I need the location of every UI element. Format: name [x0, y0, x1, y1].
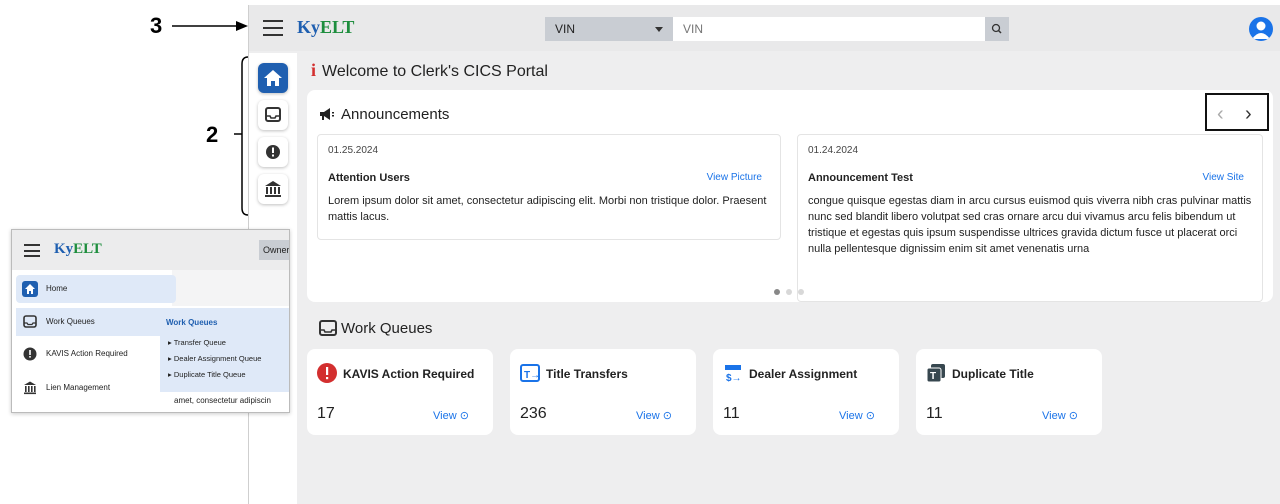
- announcements-title: Announcements: [319, 106, 449, 123]
- flyout-item-dealer-assignment-queue[interactable]: ▸ Dealer Assignment Queue: [168, 354, 261, 363]
- circle-arrow-right-icon: ⊙: [865, 410, 875, 422]
- work-queue-name: Dealer Assignment: [749, 367, 858, 381]
- view-button[interactable]: View ⊙: [433, 409, 469, 422]
- work-queue-count: 11: [926, 405, 943, 422]
- home-icon: [22, 281, 38, 297]
- svg-text:T: T: [930, 371, 936, 382]
- bank-icon: [265, 181, 281, 197]
- announcement-date: 01.24.2024: [808, 145, 859, 156]
- carousel-dot[interactable]: [774, 289, 780, 295]
- top-bar: KyELT VIN: [249, 5, 1280, 51]
- search-type-value: VIN: [555, 22, 576, 36]
- work-queues-title: Work Queues: [319, 320, 432, 337]
- circle-arrow-right-icon: ⊙: [1068, 410, 1078, 422]
- work-queue-name: Duplicate Title: [952, 367, 1034, 381]
- info-icon: i: [311, 60, 317, 80]
- inbox-icon: [319, 320, 337, 336]
- search-type-select[interactable]: VIN: [545, 17, 673, 41]
- announcement-heading: Attention Users: [328, 172, 410, 184]
- alert-circle-icon: [23, 347, 37, 361]
- flyout-item-duplicate-title-queue[interactable]: ▸ Duplicate Title Queue: [168, 370, 246, 379]
- svg-text:$→: $→: [726, 373, 742, 383]
- sidebar-item-lien-management[interactable]: [258, 174, 288, 204]
- inset-background-text: amet, consectetur adipiscin: [174, 396, 271, 405]
- view-button[interactable]: View ⊙: [1042, 409, 1078, 422]
- view-site-link[interactable]: View Site: [1202, 172, 1244, 183]
- flyout-title: Work Queues: [166, 318, 218, 327]
- sidebar-item-work-queues[interactable]: [258, 100, 288, 130]
- annotation-2: 2: [206, 122, 219, 147]
- vin-search-input[interactable]: [673, 17, 985, 41]
- sidebar-item-kavis-action[interactable]: [258, 137, 288, 167]
- work-queue-count: 236: [520, 405, 547, 422]
- carousel-nav: ‹ ›: [1205, 93, 1269, 131]
- inset-top-bar: KyELT Owner: [12, 230, 289, 270]
- work-queue-name: Title Transfers: [546, 367, 628, 381]
- announcements-panel: Announcements 01.25.2024 Attention Users…: [307, 90, 1273, 302]
- work-queue-card-kavis[interactable]: KAVIS Action Required 17 View ⊙: [307, 349, 493, 435]
- kyelt-logo[interactable]: KyELT: [54, 241, 102, 258]
- announcement-date: 01.25.2024: [328, 145, 379, 156]
- work-queues-flyout: Work Queues ▸ Transfer Queue ▸ Dealer As…: [160, 308, 289, 392]
- kyelt-logo[interactable]: KyELT: [297, 17, 354, 38]
- work-queue-count: 11: [723, 405, 740, 422]
- flyout-item-transfer-queue[interactable]: ▸ Transfer Queue: [168, 338, 226, 347]
- caret-down-icon: [655, 27, 663, 32]
- carousel-prev-button[interactable]: ‹: [1217, 103, 1224, 126]
- work-queue-card-title-transfers[interactable]: T→ Title Transfers 236 View ⊙: [510, 349, 696, 435]
- carousel-dots: [774, 282, 810, 300]
- announcement-heading: Announcement Test: [808, 172, 913, 184]
- annotation-3: 3: [150, 13, 163, 38]
- inset-nav-work-queues[interactable]: Work Queues: [16, 308, 176, 336]
- menu-icon[interactable]: [24, 244, 40, 257]
- bank-icon: [24, 381, 36, 395]
- title-transfer-icon: T→: [520, 364, 540, 382]
- work-queue-card-duplicate-title[interactable]: T Duplicate Title 11 View ⊙: [916, 349, 1102, 435]
- dealer-assignment-icon: $→: [725, 365, 742, 383]
- carousel-dot[interactable]: [786, 289, 792, 295]
- alert-circle-icon: [266, 145, 280, 159]
- work-queue-card-dealer-assignment[interactable]: $→ Dealer Assignment 11 View ⊙: [713, 349, 899, 435]
- circle-arrow-right-icon: ⊙: [662, 410, 672, 422]
- expanded-menu-inset: KyELT Owner Home Work Queues KAVIS Actio…: [11, 229, 290, 413]
- announcement-card: 01.24.2024 Announcement Test View Site c…: [797, 134, 1263, 302]
- app-window: KyELT VIN iWelcome to Clerk's CICS Porta…: [248, 5, 1280, 504]
- menu-icon[interactable]: [263, 20, 283, 36]
- work-queue-name: KAVIS Action Required: [343, 367, 475, 381]
- sidebar-item-home[interactable]: [258, 63, 288, 93]
- inbox-icon: [265, 107, 281, 122]
- user-avatar-icon[interactable]: [1249, 17, 1273, 41]
- work-queue-count: 17: [317, 405, 335, 422]
- inset-nav-home[interactable]: Home: [16, 275, 176, 303]
- carousel-next-button[interactable]: ›: [1245, 103, 1252, 126]
- carousel-dot[interactable]: [798, 289, 804, 295]
- search-button[interactable]: [985, 17, 1009, 41]
- megaphone-icon: [320, 108, 334, 120]
- annotation-2-bracket: [234, 56, 249, 216]
- inbox-icon: [23, 315, 37, 328]
- svg-text:T→: T→: [524, 370, 540, 381]
- announcement-body: Lorem ipsum dolor sit amet, consectetur …: [328, 195, 767, 223]
- announcement-body: congue quisque egestas diam in arcu curs…: [808, 195, 1252, 255]
- search-type-select[interactable]: Owner: [259, 240, 289, 260]
- duplicate-title-icon: T: [926, 364, 945, 383]
- view-picture-link[interactable]: View Picture: [707, 172, 762, 183]
- inset-nav-lien-management[interactable]: Lien Management: [16, 374, 176, 402]
- circle-arrow-right-icon: ⊙: [459, 410, 469, 422]
- search-icon: [991, 23, 1002, 34]
- alert-circle-icon: [317, 363, 337, 383]
- home-icon: [264, 70, 282, 86]
- annotation-3-arrow: [172, 21, 248, 31]
- view-button[interactable]: View ⊙: [839, 409, 875, 422]
- view-button[interactable]: View ⊙: [636, 409, 672, 422]
- page-title: i Welcome to Clerk's CICS Portal: [311, 60, 548, 80]
- inset-content-bg: [172, 270, 289, 306]
- announcement-card: 01.25.2024 Attention Users View Picture …: [317, 134, 781, 240]
- inset-nav-kavis[interactable]: KAVIS Action Required: [16, 340, 176, 368]
